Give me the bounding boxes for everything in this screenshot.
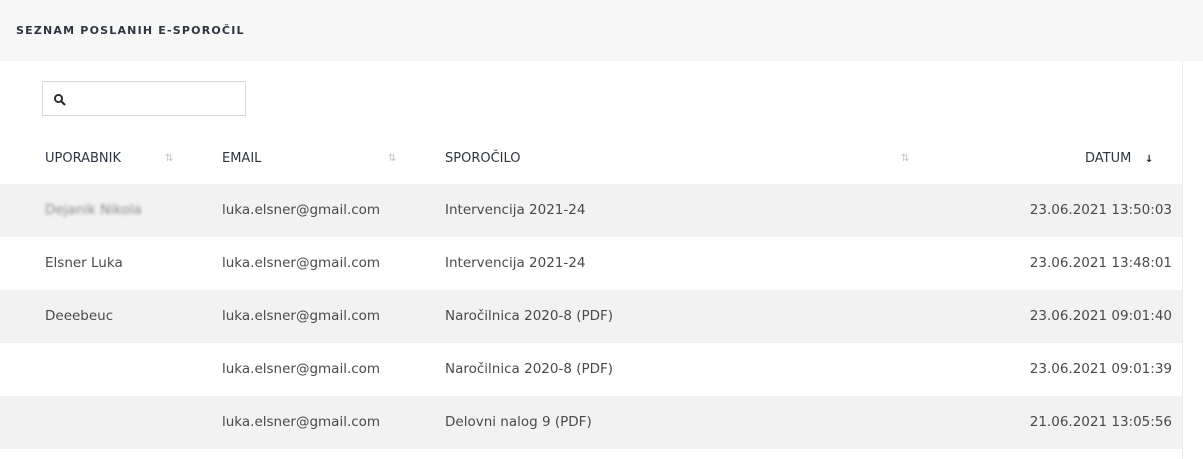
sent-emails-card: UPORABNIK ⇅ EMAIL ⇅ SPOROČILO ⇅ DATUM ↓ … [0, 61, 1182, 459]
column-header-label: SPOROČILO [445, 151, 521, 166]
message-cell: Naročilnica 2020-8 (PDF) [445, 308, 614, 324]
column-header-date[interactable]: DATUM [1085, 140, 1131, 184]
message-cell: Naročilnica 2020-8 (PDF) [445, 361, 614, 377]
user-cell: Elsner Luka [45, 255, 123, 271]
table-header: UPORABNIK ⇅ EMAIL ⇅ SPOROČILO ⇅ DATUM ↓ [0, 140, 1182, 184]
search-input[interactable] [73, 86, 241, 112]
sort-icon[interactable]: ⇅ [165, 153, 173, 164]
page-title: SEZNAM POSLANIH E-SPOROČIL [16, 24, 245, 37]
column-header-label: UPORABNIK [45, 151, 121, 166]
table-row[interactable]: Elsner Luka luka.elsner@gmail.com Interv… [0, 237, 1182, 290]
table-row[interactable]: luka.elsner@gmail.com Delovni nalog 9 (P… [0, 396, 1182, 449]
scrollbar[interactable] [1182, 61, 1203, 459]
table-row[interactable]: Dejanik Nikola luka.elsner@gmail.com Int… [0, 184, 1182, 237]
page-header: SEZNAM POSLANIH E-SPOROČIL [0, 0, 1203, 61]
user-cell: Dejanik Nikola [45, 202, 142, 218]
user-cell: Deeebeuc [45, 308, 114, 324]
email-cell: luka.elsner@gmail.com [222, 414, 381, 430]
date-cell: 23.06.2021 13:50:03 [1029, 202, 1172, 218]
date-cell: 23.06.2021 09:01:39 [1029, 361, 1172, 377]
column-header-email[interactable]: EMAIL [222, 140, 261, 184]
column-header-user[interactable]: UPORABNIK [45, 140, 121, 184]
message-cell: Delovni nalog 9 (PDF) [445, 414, 592, 430]
email-cell: luka.elsner@gmail.com [222, 202, 381, 218]
date-cell: 21.06.2021 13:05:56 [1029, 414, 1172, 430]
message-cell: Intervencija 2021-24 [445, 202, 586, 218]
column-header-message[interactable]: SPOROČILO [445, 140, 521, 184]
search-box[interactable] [42, 81, 246, 116]
date-cell: 23.06.2021 13:48:01 [1029, 255, 1172, 271]
sort-desc-icon[interactable]: ↓ [1145, 154, 1153, 165]
message-cell: Intervencija 2021-24 [445, 255, 586, 271]
column-header-label: EMAIL [222, 151, 262, 166]
table-row[interactable]: Deeebeuc luka.elsner@gmail.com Naročilni… [0, 290, 1182, 343]
email-cell: luka.elsner@gmail.com [222, 361, 381, 377]
table-row[interactable]: luka.elsner@gmail.com Naročilnica 2020-8… [0, 343, 1182, 396]
sort-icon[interactable]: ⇅ [901, 153, 909, 164]
column-header-label: DATUM [1085, 151, 1132, 166]
email-cell: luka.elsner@gmail.com [222, 255, 381, 271]
date-cell: 23.06.2021 09:01:40 [1029, 308, 1172, 324]
sort-icon[interactable]: ⇅ [388, 153, 396, 164]
search-icon [54, 94, 66, 106]
email-cell: luka.elsner@gmail.com [222, 308, 381, 324]
